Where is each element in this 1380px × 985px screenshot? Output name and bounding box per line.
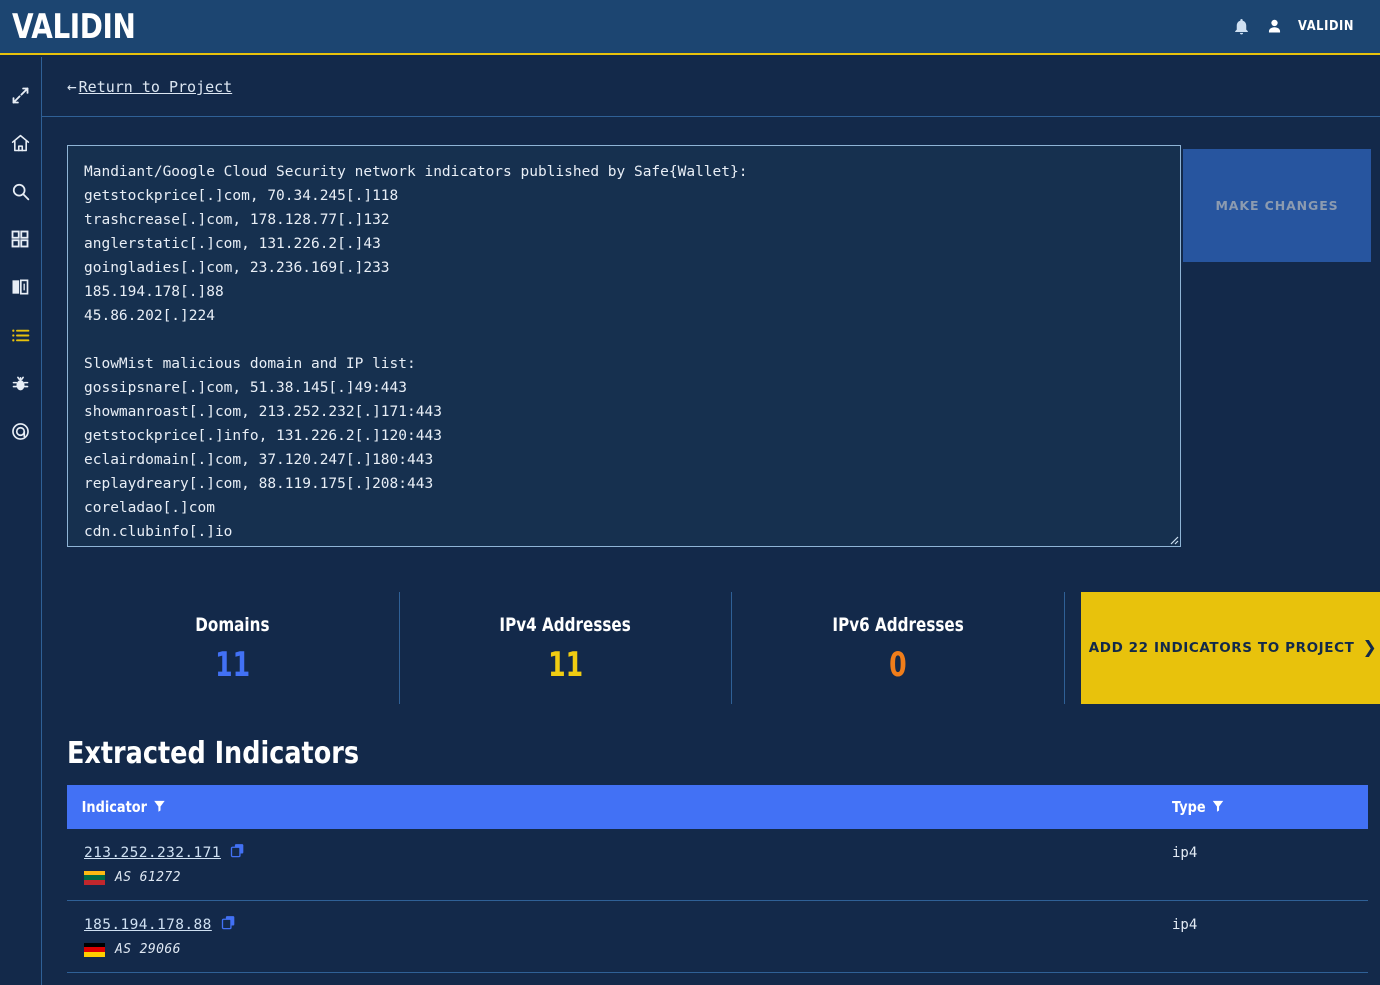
indicator-link[interactable]: 213.252.232.171 [84, 845, 221, 861]
sidebar-item-expand[interactable] [0, 71, 40, 119]
indicator-line: 185.194.178.88 [84, 915, 1172, 935]
sidebar [0, 57, 40, 985]
extracted-indicators-title: Extracted Indicators [67, 736, 360, 771]
sidebar-item-lists[interactable] [0, 311, 40, 359]
grid-icon [10, 229, 30, 249]
indicator-input-textarea[interactable] [67, 145, 1181, 547]
filter-icon[interactable] [1212, 798, 1225, 817]
return-to-project-label: Return to Project [78, 78, 233, 96]
copy-icon[interactable] [221, 915, 236, 935]
type-cell: ip4 [1172, 845, 1198, 861]
stat-ipv6-label: IPv6 Addresses [832, 614, 964, 636]
lithuania-flag-icon [84, 870, 105, 885]
stat-ipv4-value: 11 [547, 645, 584, 685]
filter-icon[interactable] [153, 798, 166, 817]
return-bar: ← Return to Project [42, 57, 1380, 117]
stat-domains: Domains 11 [67, 592, 400, 704]
indicator-meta: AS 61272 [84, 870, 1172, 885]
textarea-wrapper [67, 145, 1181, 547]
main-content: ← Return to Project MAKE CHANGES Domains… [41, 57, 1380, 985]
home-icon [10, 133, 31, 154]
copy-icon[interactable] [230, 843, 245, 863]
logo-text: VALIDIN [12, 6, 136, 47]
bug-icon [10, 373, 31, 394]
sidebar-item-compare[interactable] [0, 263, 40, 311]
indicator-link[interactable]: 185.194.178.88 [84, 917, 212, 933]
stat-domains-label: Domains [195, 614, 270, 636]
sidebar-item-monitoring[interactable] [0, 407, 40, 455]
sidebar-item-home[interactable] [0, 119, 40, 167]
extracted-indicators-table: Indicator Type 213.252.232.171 AS 61272 … [67, 785, 1368, 973]
user-avatar[interactable] [1265, 17, 1284, 36]
stat-ipv6: IPv6 Addresses 0 [732, 592, 1066, 704]
type-cell: ip4 [1172, 917, 1198, 933]
indicator-meta: AS 29066 [84, 942, 1172, 957]
indicator-cell: 213.252.232.171 AS 61272 [67, 843, 1172, 885]
indicator-cell: 185.194.178.88 AS 29066 [67, 915, 1172, 957]
asn-label: AS 61272 [115, 870, 181, 885]
back-arrow-icon: ← [67, 77, 77, 96]
search-icon [10, 181, 31, 202]
chevron-right-icon: ❯ [1362, 638, 1378, 658]
table-row: 185.194.178.88 AS 29066 ip4 [67, 901, 1368, 973]
column-header-type[interactable]: Type [1172, 798, 1327, 817]
target-icon [10, 421, 31, 442]
column-header-type-label: Type [1172, 798, 1206, 816]
stat-ipv4: IPv4 Addresses 11 [400, 592, 733, 704]
username-label: VALIDIN [1298, 19, 1355, 34]
add-indicators-label: ADD 22 INDICATORS TO PROJECT [1088, 640, 1355, 656]
sidebar-item-dashboard[interactable] [0, 215, 40, 263]
app-logo[interactable]: VALIDIN [0, 0, 162, 53]
expand-arrows-icon [10, 85, 31, 106]
stats-row: Domains 11 IPv4 Addresses 11 IPv6 Addres… [67, 592, 1380, 704]
bell-icon[interactable] [1232, 17, 1251, 36]
top-bar: VALIDIN VALIDIN [0, 0, 1380, 55]
stat-ipv6-value: 0 [889, 645, 907, 685]
editor-row: MAKE CHANGES [42, 117, 1380, 547]
add-indicators-to-project-button[interactable]: ADD 22 INDICATORS TO PROJECT ❯ [1081, 592, 1380, 704]
asn-label: AS 29066 [115, 942, 181, 957]
germany-flag-icon [84, 942, 105, 957]
top-bar-actions: VALIDIN [1232, 17, 1380, 36]
return-to-project-link[interactable]: ← Return to Project [67, 77, 232, 96]
compare-icon [10, 277, 30, 297]
stat-domains-value: 11 [215, 645, 251, 685]
list-icon [10, 325, 31, 346]
column-header-indicator-label: Indicator [81, 798, 148, 816]
sidebar-item-search[interactable] [0, 167, 40, 215]
make-changes-button[interactable]: MAKE CHANGES [1183, 149, 1371, 262]
table-row: 213.252.232.171 AS 61272 ip4 [67, 829, 1368, 901]
indicator-line: 213.252.232.171 [84, 843, 1172, 863]
sidebar-item-threats[interactable] [0, 359, 40, 407]
column-header-indicator[interactable]: Indicator [67, 798, 1017, 817]
app-root: VALIDIN VALIDIN ← Return to Project Mand… [0, 0, 1380, 985]
stat-ipv4-label: IPv4 Addresses [499, 614, 632, 636]
table-header-row: Indicator Type [67, 785, 1368, 829]
